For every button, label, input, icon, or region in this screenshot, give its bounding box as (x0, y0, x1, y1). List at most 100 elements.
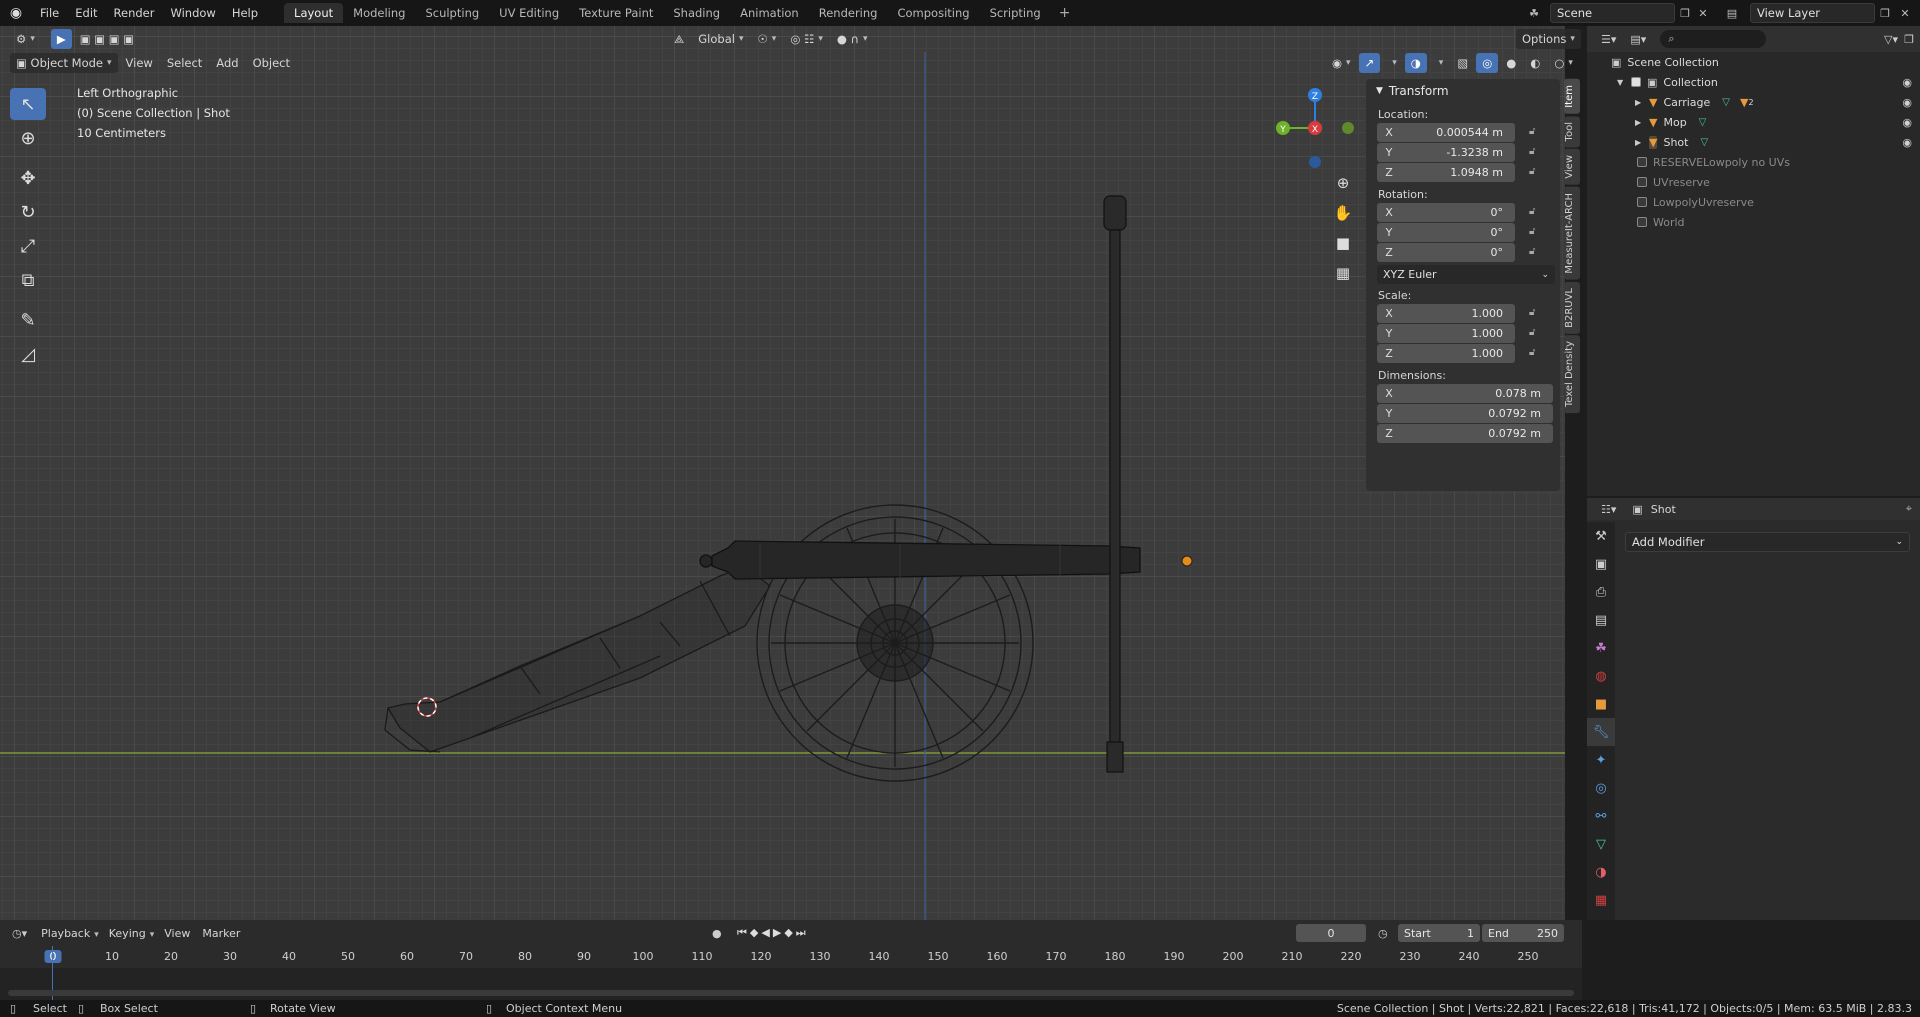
outliner-item-reserve-lowpoly[interactable]: RESERVELowpoly no UVs (1587, 152, 1920, 172)
object-properties-icon[interactable]: ■ (1587, 690, 1615, 718)
tab-layout[interactable]: Layout (284, 3, 344, 23)
outliner-search-input[interactable]: ⌕ (1660, 30, 1767, 48)
tab-animation[interactable]: Animation (730, 3, 809, 23)
expand-arrow-icon[interactable]: ▶ (1635, 118, 1645, 127)
particles-properties-icon[interactable]: ✦ (1587, 746, 1615, 774)
output-properties-icon[interactable]: ⎙ (1587, 578, 1615, 606)
dimensions-x-field[interactable]: X 0.078 m (1377, 384, 1553, 403)
scene-icon[interactable]: ☘ (1524, 3, 1544, 23)
menu-file[interactable]: File (32, 0, 67, 26)
outliner-item-mop[interactable]: ▶ ▼ Mop ▽ ◉ (1587, 112, 1920, 132)
view-layer-selector[interactable]: View Layer (1750, 3, 1875, 23)
display-mode-icon[interactable]: ▤▾ (1630, 33, 1646, 46)
lock-icon[interactable]: 🔓︎ (1529, 126, 1535, 137)
render-properties-icon[interactable]: ▣ (1587, 550, 1615, 578)
collection-checkbox[interactable] (1637, 217, 1647, 227)
menu-timeline-view[interactable]: View (164, 927, 190, 940)
menu-keying[interactable]: Keying ▾ (109, 927, 154, 940)
menu-marker[interactable]: Marker (202, 927, 240, 940)
tab-modeling[interactable]: Modeling (343, 3, 415, 23)
tab-rendering[interactable]: Rendering (809, 3, 888, 23)
eye-icon[interactable]: ◉ (1902, 136, 1912, 149)
start-frame-field[interactable]: Start 1 (1398, 924, 1480, 942)
pan-hand-icon[interactable]: ✋ (1330, 200, 1356, 226)
constraints-properties-icon[interactable]: ⚯ (1587, 802, 1615, 830)
new-view-layer-icon[interactable]: ❐ (1875, 3, 1895, 23)
location-y-field[interactable]: Y -1.3238 m 🔓︎ (1377, 143, 1535, 162)
scene-properties-icon[interactable]: ☘ (1587, 634, 1615, 662)
menu-playback[interactable]: Playback ▾ (41, 927, 99, 940)
collection-checkbox[interactable] (1637, 177, 1647, 187)
tab-item[interactable]: Item (1564, 79, 1580, 114)
location-x-field[interactable]: X 0.000544 m 🔓︎ (1377, 123, 1535, 142)
outliner-scene-collection[interactable]: ▣ Scene Collection (1587, 52, 1920, 72)
view-layer-icon[interactable]: ▤ (1722, 3, 1742, 23)
lock-icon[interactable]: 🔓︎ (1529, 146, 1535, 157)
modifier-properties-icon[interactable]: 🔧︎ (1587, 718, 1615, 746)
outliner-collection[interactable]: ▼ ▣ Collection ◉ (1587, 72, 1920, 92)
zoom-icon[interactable]: ⊕ (1330, 170, 1356, 196)
tab-compositing[interactable]: Compositing (887, 3, 979, 23)
menu-help[interactable]: Help (224, 0, 266, 26)
menu-render[interactable]: Render (106, 0, 163, 26)
pin-icon[interactable]: ⌖ (1906, 502, 1912, 516)
end-frame-field[interactable]: End 250 (1482, 924, 1564, 942)
tab-scripting[interactable]: Scripting (980, 3, 1051, 23)
add-workspace-button[interactable]: + (1051, 5, 1079, 21)
play-reverse-icon[interactable]: ◀ (761, 926, 772, 939)
ortho-toggle-grid-icon[interactable]: ▦ (1330, 260, 1356, 286)
lock-icon[interactable]: 🔓︎ (1529, 206, 1535, 217)
location-z-field[interactable]: Z 1.0948 m 🔓︎ (1377, 163, 1535, 182)
tab-uv-editing[interactable]: UV Editing (489, 3, 569, 23)
add-modifier-dropdown[interactable]: Add Modifier ⌄ (1625, 532, 1910, 552)
tool-properties-icon[interactable]: ⚒ (1587, 522, 1615, 550)
tab-measureit-arch[interactable]: MeasureIt-ARCH (1564, 186, 1580, 280)
play-icon[interactable]: ▶ (773, 926, 784, 939)
properties-editor-type-icon[interactable]: ☷▾ (1601, 503, 1616, 516)
tab-view[interactable]: View (1564, 149, 1580, 185)
texture-properties-icon[interactable]: ▦ (1587, 886, 1615, 914)
prev-keyframe-icon[interactable]: ◆ (750, 926, 761, 939)
outliner-editor-type-icon[interactable]: ☰▾ (1601, 33, 1616, 46)
clock-icon[interactable]: ◷ (1378, 927, 1388, 940)
expand-arrow-icon[interactable]: ▼ (1617, 78, 1627, 87)
new-scene-icon[interactable]: ❐ (1675, 3, 1695, 23)
dimensions-y-field[interactable]: Y 0.0792 m (1377, 404, 1553, 423)
record-icon[interactable]: ● (712, 927, 722, 940)
delete-scene-icon[interactable]: ✕ (1693, 3, 1713, 23)
menu-window[interactable]: Window (162, 0, 223, 26)
new-collection-icon[interactable]: ❐ (1904, 33, 1914, 46)
lock-icon[interactable]: 🔓︎ (1529, 347, 1535, 358)
delete-view-layer-icon[interactable]: ✕ (1895, 3, 1915, 23)
camera-view-icon[interactable]: ■ (1330, 230, 1356, 256)
scale-x-field[interactable]: X 1.000 🔓︎ (1377, 304, 1535, 323)
collection-checkbox[interactable] (1637, 197, 1647, 207)
tab-sculpting[interactable]: Sculpting (415, 3, 489, 23)
jump-end-icon[interactable]: ⏭ (796, 926, 809, 939)
lock-icon[interactable]: 🔓︎ (1529, 327, 1535, 338)
lock-icon[interactable]: 🔓︎ (1529, 226, 1535, 237)
outliner-item-world[interactable]: World (1587, 212, 1920, 232)
3d-viewport[interactable]: ⚙ ▾ ▶ ▣ ▣ ▣ ▣ ⟁ Global ▾ ☉ ▾ ◎ ☷ ▾ ● ∩ ▾ Opti… (0, 26, 1581, 920)
tab-shading[interactable]: Shading (663, 3, 730, 23)
blender-logo-icon[interactable]: ◉ (0, 0, 32, 26)
collection-checkbox[interactable] (1631, 77, 1641, 87)
tab-tool[interactable]: Tool (1564, 115, 1580, 148)
tab-b2ruvl[interactable]: B2RUVL (1564, 281, 1580, 334)
eye-icon[interactable]: ◉ (1902, 116, 1912, 129)
scene-selector[interactable]: Scene (1550, 3, 1675, 23)
view-layer-properties-icon[interactable]: ▤ (1587, 606, 1615, 634)
timeline-ruler[interactable]: 0 10 20 30 40 50 60 70 80 90 100 110 120 130 140 150 160… (0, 946, 1582, 1000)
timeline-scrollbar[interactable] (8, 990, 1574, 996)
filter-icon[interactable]: ▽▾ (1884, 33, 1898, 46)
outliner-item-shot[interactable]: ▶ ▼ Shot ▽ ◉ (1587, 132, 1920, 152)
scale-z-field[interactable]: Z 1.000 🔓︎ (1377, 344, 1535, 363)
dimensions-z-field[interactable]: Z 0.0792 m (1377, 424, 1553, 443)
lock-icon[interactable]: 🔓︎ (1529, 307, 1535, 318)
expand-arrow-icon[interactable]: ▶ (1635, 138, 1645, 147)
tab-texel-density[interactable]: Texel Density (1564, 335, 1580, 414)
eye-icon[interactable]: ◉ (1902, 76, 1912, 89)
tab-texture-paint[interactable]: Texture Paint (569, 3, 663, 23)
eye-icon[interactable]: ◉ (1902, 96, 1912, 109)
jump-start-icon[interactable]: ⏮ (737, 926, 750, 939)
